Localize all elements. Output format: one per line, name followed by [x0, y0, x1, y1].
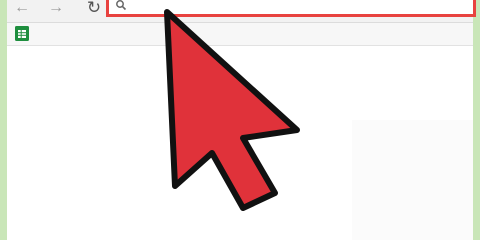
- forward-button[interactable]: →: [47, 0, 65, 18]
- reload-icon: ↻: [86, 0, 102, 17]
- page-content: [7, 46, 473, 240]
- content-panel: [352, 120, 473, 240]
- back-arrow-icon: ←: [14, 0, 30, 16]
- window-border-right: [473, 0, 480, 240]
- window-border-left: [0, 0, 7, 240]
- browser-window: ← → ↻: [0, 0, 480, 240]
- address-input[interactable]: [129, 0, 459, 14]
- browser-toolbar: ← → ↻: [7, 0, 476, 23]
- sheets-icon[interactable]: [15, 26, 29, 41]
- reload-button[interactable]: ↻: [85, 0, 103, 18]
- back-button[interactable]: ←: [13, 0, 31, 18]
- address-bar[interactable]: [106, 0, 476, 17]
- bookmarks-bar: [7, 23, 473, 46]
- search-icon: [116, 0, 127, 11]
- forward-arrow-icon: →: [48, 0, 64, 16]
